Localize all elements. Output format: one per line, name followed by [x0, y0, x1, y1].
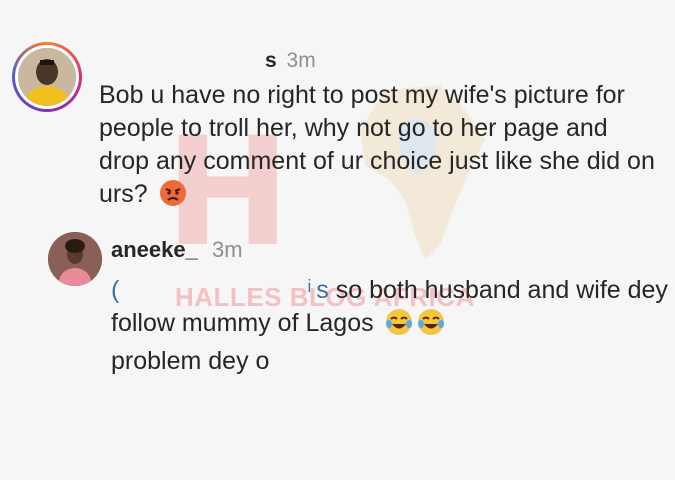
timestamp: 3m [286, 49, 316, 72]
username[interactable]: aneeke_ [111, 237, 198, 262]
tears-of-joy-icon [385, 308, 413, 345]
comment-text-block: (ͥ s so both husband and wife dey follow… [111, 274, 671, 378]
tears-of-joy-icon [417, 308, 445, 345]
reply-comment: aneeke_ 3m (ͥ s so both husband and wife… [48, 232, 668, 375]
mention-link-start[interactable]: ( [111, 276, 119, 304]
comment-text-line-2: problem dey o [111, 347, 270, 375]
comment-text-block: Bob u have no right to post my wife's pi… [99, 79, 659, 216]
avatar[interactable] [12, 42, 82, 112]
comment: s 3m Bob u have no right to post my wife… [12, 42, 655, 208]
mention-link-end[interactable]: ͥ s [309, 276, 328, 304]
avatar[interactable] [48, 232, 102, 286]
angry-face-icon [159, 179, 187, 216]
comment-username-row: aneeke_ 3m [111, 237, 243, 263]
avatar-photo [18, 48, 76, 106]
comment-username-row: s 3m [265, 49, 316, 73]
username[interactable]: s [265, 49, 277, 72]
timestamp: 3m [211, 237, 243, 262]
